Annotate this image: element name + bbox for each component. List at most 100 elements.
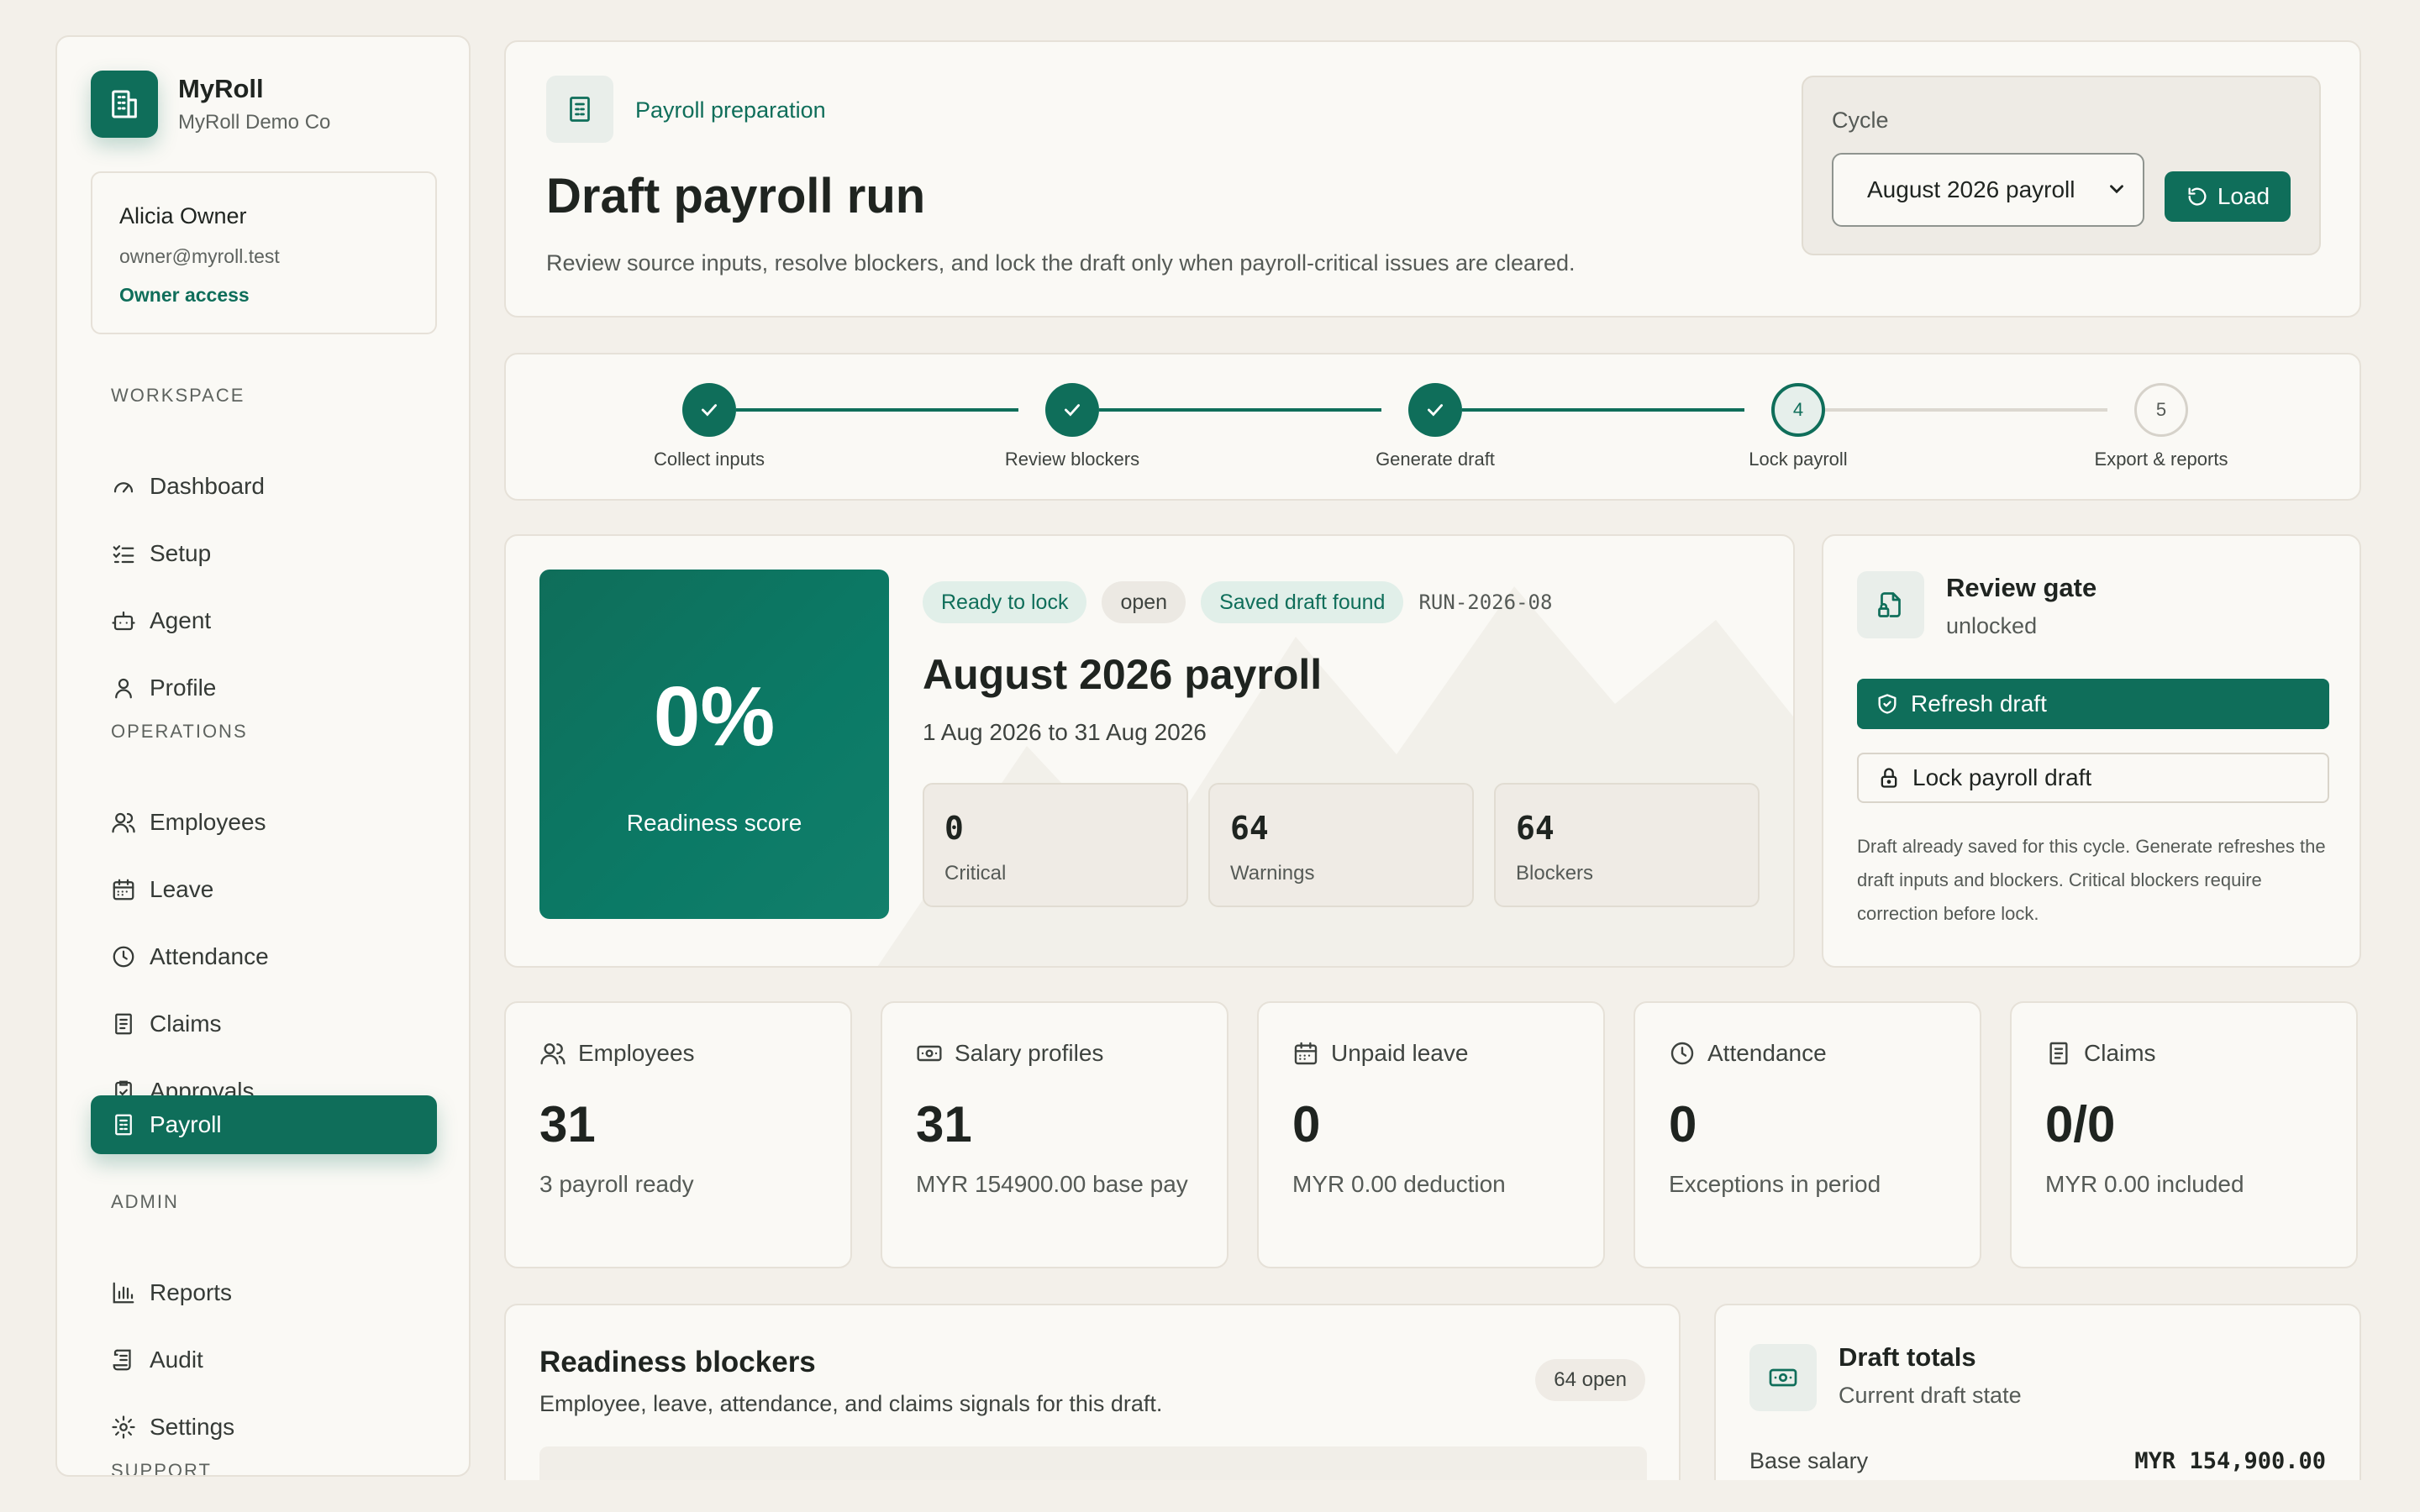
cycle-label: Cycle bbox=[1832, 108, 1889, 133]
sidebar-item-setup[interactable]: Setup bbox=[91, 524, 437, 583]
metric-value: 31 bbox=[539, 1096, 596, 1152]
metric-header: Salary profiles bbox=[916, 1040, 1103, 1067]
user-email: owner@myroll.test bbox=[119, 245, 280, 267]
step-connector bbox=[736, 408, 1018, 412]
refresh-icon bbox=[2188, 187, 2207, 206]
step-5-number[interactable]: 5 bbox=[2134, 383, 2188, 437]
checklist-icon bbox=[109, 539, 138, 568]
stat-blockers: 64 Blockers bbox=[1494, 783, 1760, 907]
clock-icon bbox=[1670, 1042, 1694, 1065]
metric-subtext: MYR 0.00 included bbox=[2045, 1171, 2244, 1197]
page-title: Draft payroll run bbox=[546, 169, 926, 223]
sidebar-item-label: Setup bbox=[150, 540, 212, 566]
sidebar-item-payroll[interactable]: Payroll bbox=[91, 1095, 437, 1154]
gauge-icon bbox=[109, 472, 138, 501]
refresh-draft-label: Refresh draft bbox=[1911, 690, 2047, 717]
payroll-doc-icon bbox=[109, 1110, 138, 1139]
status-badge-saved: Saved draft found bbox=[1201, 581, 1404, 623]
stat-warnings: 64 Warnings bbox=[1208, 783, 1474, 907]
user-access-level: Owner access bbox=[119, 284, 250, 306]
gate-state: unlocked bbox=[1946, 613, 2038, 638]
step-label: Lock payroll bbox=[1749, 449, 1848, 470]
status-badge-ready: Ready to lock bbox=[923, 581, 1087, 623]
step-2-check-icon[interactable] bbox=[1045, 383, 1099, 437]
clock-icon bbox=[109, 942, 138, 971]
receipt-icon bbox=[2049, 1042, 2068, 1065]
sidebar-item-label: Settings bbox=[150, 1414, 235, 1440]
sidebar-item-agent[interactable]: Agent bbox=[91, 591, 437, 650]
stat-label: Blockers bbox=[1516, 862, 1594, 885]
metric-subtext: MYR 154900.00 base pay bbox=[916, 1171, 1188, 1197]
scroll-icon bbox=[109, 1346, 138, 1374]
metric-subtext: 3 payroll ready bbox=[539, 1171, 694, 1197]
metric-value: 0/0 bbox=[2045, 1096, 2116, 1152]
step-label: Collect inputs bbox=[653, 449, 765, 470]
sidebar-item-attendance[interactable]: Attendance bbox=[91, 927, 437, 986]
cycle-picker: Cycle August 2026 payroll Load bbox=[1802, 76, 2321, 255]
metric-title: Attendance bbox=[1707, 1040, 1827, 1066]
page-description: Review source inputs, resolve blockers, … bbox=[546, 250, 1576, 276]
step-connector bbox=[1825, 408, 2107, 412]
metric-subtext: Exceptions in period bbox=[1669, 1171, 1881, 1197]
run-title: August 2026 payroll bbox=[923, 651, 1323, 698]
sidebar-item-profile[interactable]: Profile bbox=[91, 659, 437, 717]
load-button[interactable]: Load bbox=[2165, 171, 2291, 222]
gear-icon bbox=[109, 1413, 138, 1441]
step-connector bbox=[1099, 408, 1381, 412]
sidebar-item-label: Profile bbox=[150, 675, 217, 701]
sidebar-item-settings[interactable]: Settings bbox=[91, 1398, 437, 1457]
stat-critical: 0 Critical bbox=[923, 783, 1188, 907]
lock-payroll-draft-button[interactable]: Lock payroll draft bbox=[1857, 753, 2329, 803]
review-gate-card: Review gate unlocked Refresh draft Lock … bbox=[1822, 534, 2361, 968]
sidebar-item-label: Agent bbox=[150, 607, 212, 633]
stat-label: Critical bbox=[944, 862, 1007, 885]
step-label: Export & reports bbox=[2094, 449, 2228, 470]
readiness-score-value: 0% bbox=[653, 669, 776, 764]
readiness-score-tile: 0% Readiness score bbox=[539, 570, 889, 919]
metric-value: 0 bbox=[1292, 1096, 1321, 1152]
user-name: Alicia Owner bbox=[119, 203, 247, 228]
payroll-run-card: 0% Readiness score Ready to lock open Sa… bbox=[504, 534, 1795, 968]
step-3-check-icon[interactable] bbox=[1408, 383, 1462, 437]
totals-title: Draft totals bbox=[1839, 1342, 1976, 1372]
progress-stepper: Collect inputs Review blockers Generate … bbox=[504, 353, 2361, 501]
run-date-range: 1 Aug 2026 to 31 Aug 2026 bbox=[923, 719, 1207, 745]
sidebar-item-reports[interactable]: Reports bbox=[91, 1263, 437, 1322]
step-4-number[interactable]: 4 bbox=[1771, 383, 1825, 437]
totals-row-value: MYR 154,900.00 bbox=[2134, 1448, 2326, 1474]
users-icon bbox=[109, 808, 138, 837]
step-connector bbox=[1462, 408, 1744, 412]
sidebar-item-label: Employees bbox=[150, 809, 266, 835]
blockers-subtitle: Employee, leave, attendance, and claims … bbox=[539, 1391, 1163, 1416]
step-1-check-icon[interactable] bbox=[682, 383, 736, 437]
metric-title: Claims bbox=[2084, 1040, 2156, 1066]
sidebar-item-claims[interactable]: Claims bbox=[91, 995, 437, 1053]
gate-note: Draft already saved for this cycle. Gene… bbox=[1857, 836, 2326, 924]
sidebar-item-audit[interactable]: Audit bbox=[91, 1331, 437, 1389]
sidebar-item-label: Audit bbox=[150, 1347, 203, 1373]
nav-section-operations: OPERATIONS bbox=[111, 721, 248, 742]
metric-card-salary-profiles: Salary profiles 31 MYR 154900.00 base pa… bbox=[881, 1001, 1228, 1268]
metric-subtext: MYR 0.00 deduction bbox=[1292, 1171, 1506, 1197]
page-header: Payroll preparation Draft payroll run Re… bbox=[504, 40, 2361, 318]
sidebar-item-label: Dashboard bbox=[150, 473, 265, 499]
sidebar-item-label: Claims bbox=[150, 1011, 222, 1037]
user-card[interactable]: Alicia Owner owner@myroll.test Owner acc… bbox=[91, 171, 437, 334]
money-icon bbox=[917, 1045, 942, 1062]
lock-icon bbox=[1881, 768, 1897, 788]
nav-section-support: SUPPORT bbox=[111, 1460, 212, 1477]
blockers-title: Readiness blockers bbox=[539, 1346, 816, 1378]
sidebar-item-employees[interactable]: Employees bbox=[91, 793, 437, 852]
refresh-draft-button[interactable]: Refresh draft bbox=[1857, 679, 2329, 729]
sidebar-item-leave[interactable]: Leave bbox=[91, 860, 437, 919]
readiness-score-label: Readiness score bbox=[626, 810, 802, 836]
shield-check-icon bbox=[1878, 694, 1897, 714]
run-badges: Ready to lock open Saved draft found RUN… bbox=[923, 581, 1552, 623]
sidebar-item-label: Leave bbox=[150, 876, 214, 902]
sidebar-item-dashboard[interactable]: Dashboard bbox=[91, 457, 437, 516]
metric-title: Salary profiles bbox=[955, 1040, 1104, 1066]
metric-card-attendance: Attendance 0 Exceptions in period bbox=[1634, 1001, 1981, 1268]
step-label: Review blockers bbox=[1004, 449, 1140, 470]
cycle-select[interactable]: August 2026 payroll bbox=[1832, 153, 2144, 227]
stat-value: 64 bbox=[1516, 810, 1555, 847]
